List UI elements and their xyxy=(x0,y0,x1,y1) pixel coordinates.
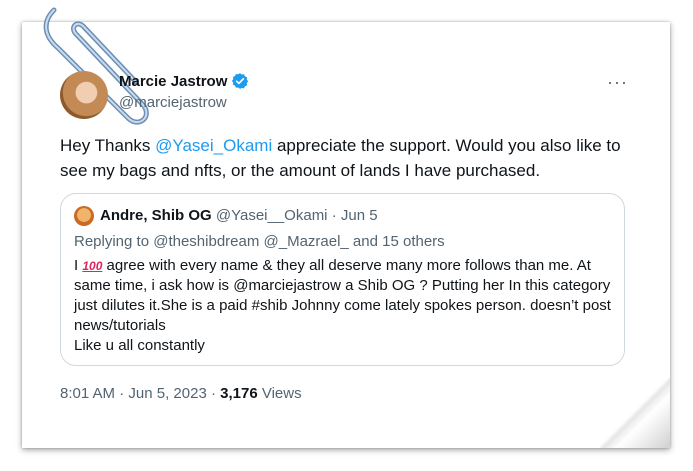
tweet-footer: 8:01 AM · Jun 5, 2023 · 3,176 Views xyxy=(60,385,302,402)
quote-avatar[interactable] xyxy=(74,206,94,226)
author-row: Marcie Jastrow xyxy=(119,72,249,90)
quote-text: I 100 agree with every name & they all d… xyxy=(74,256,614,356)
replying-prefix: Replying to xyxy=(74,233,154,250)
footer-separator: · xyxy=(206,385,221,402)
quote-text-body: agree with every name & they all deserve… xyxy=(74,257,611,334)
quoted-tweet[interactable]: Andre, Shib OG @Yasei__Okami · Jun 5 Rep… xyxy=(60,193,625,366)
replying-suffix[interactable]: and 15 others xyxy=(349,233,445,250)
author-name[interactable]: Marcie Jastrow xyxy=(119,73,227,90)
tweet-text-start: Hey Thanks xyxy=(60,136,156,155)
quote-author-handle[interactable]: @Yasei__Okami xyxy=(216,207,328,224)
quote-author-name[interactable]: Andre, Shib OG xyxy=(100,207,212,224)
quote-date[interactable]: Jun 5 xyxy=(341,207,378,224)
tweet-date[interactable]: Jun 5, 2023 xyxy=(128,385,206,402)
views-count: 3,176 xyxy=(220,385,258,402)
verified-badge-icon xyxy=(232,73,249,89)
hundred-points-emoji-icon: 100 xyxy=(82,259,103,273)
more-options-icon[interactable]: ··· xyxy=(607,72,628,93)
tweet-time[interactable]: 8:01 AM xyxy=(60,385,115,402)
page-curl xyxy=(600,378,670,448)
quote-date-separator: · xyxy=(327,207,341,224)
replying-to: Replying to @theshibdream @_Mazrael_ and… xyxy=(74,233,445,250)
replying-users[interactable]: @theshibdream @_Mazrael_ xyxy=(153,233,349,250)
author-handle[interactable]: @marciejastrow xyxy=(119,94,227,111)
avatar[interactable] xyxy=(60,71,108,119)
views-label: Views xyxy=(257,385,302,402)
tweet-text: Hey Thanks @Yasei_Okami appreciate the s… xyxy=(60,133,630,183)
quote-header: Andre, Shib OG @Yasei__Okami · Jun 5 xyxy=(100,207,378,224)
quote-text-last-line: Like u all constantly xyxy=(74,337,205,354)
mention-link[interactable]: @Yasei_Okami xyxy=(155,136,272,155)
footer-separator: · xyxy=(115,385,129,402)
